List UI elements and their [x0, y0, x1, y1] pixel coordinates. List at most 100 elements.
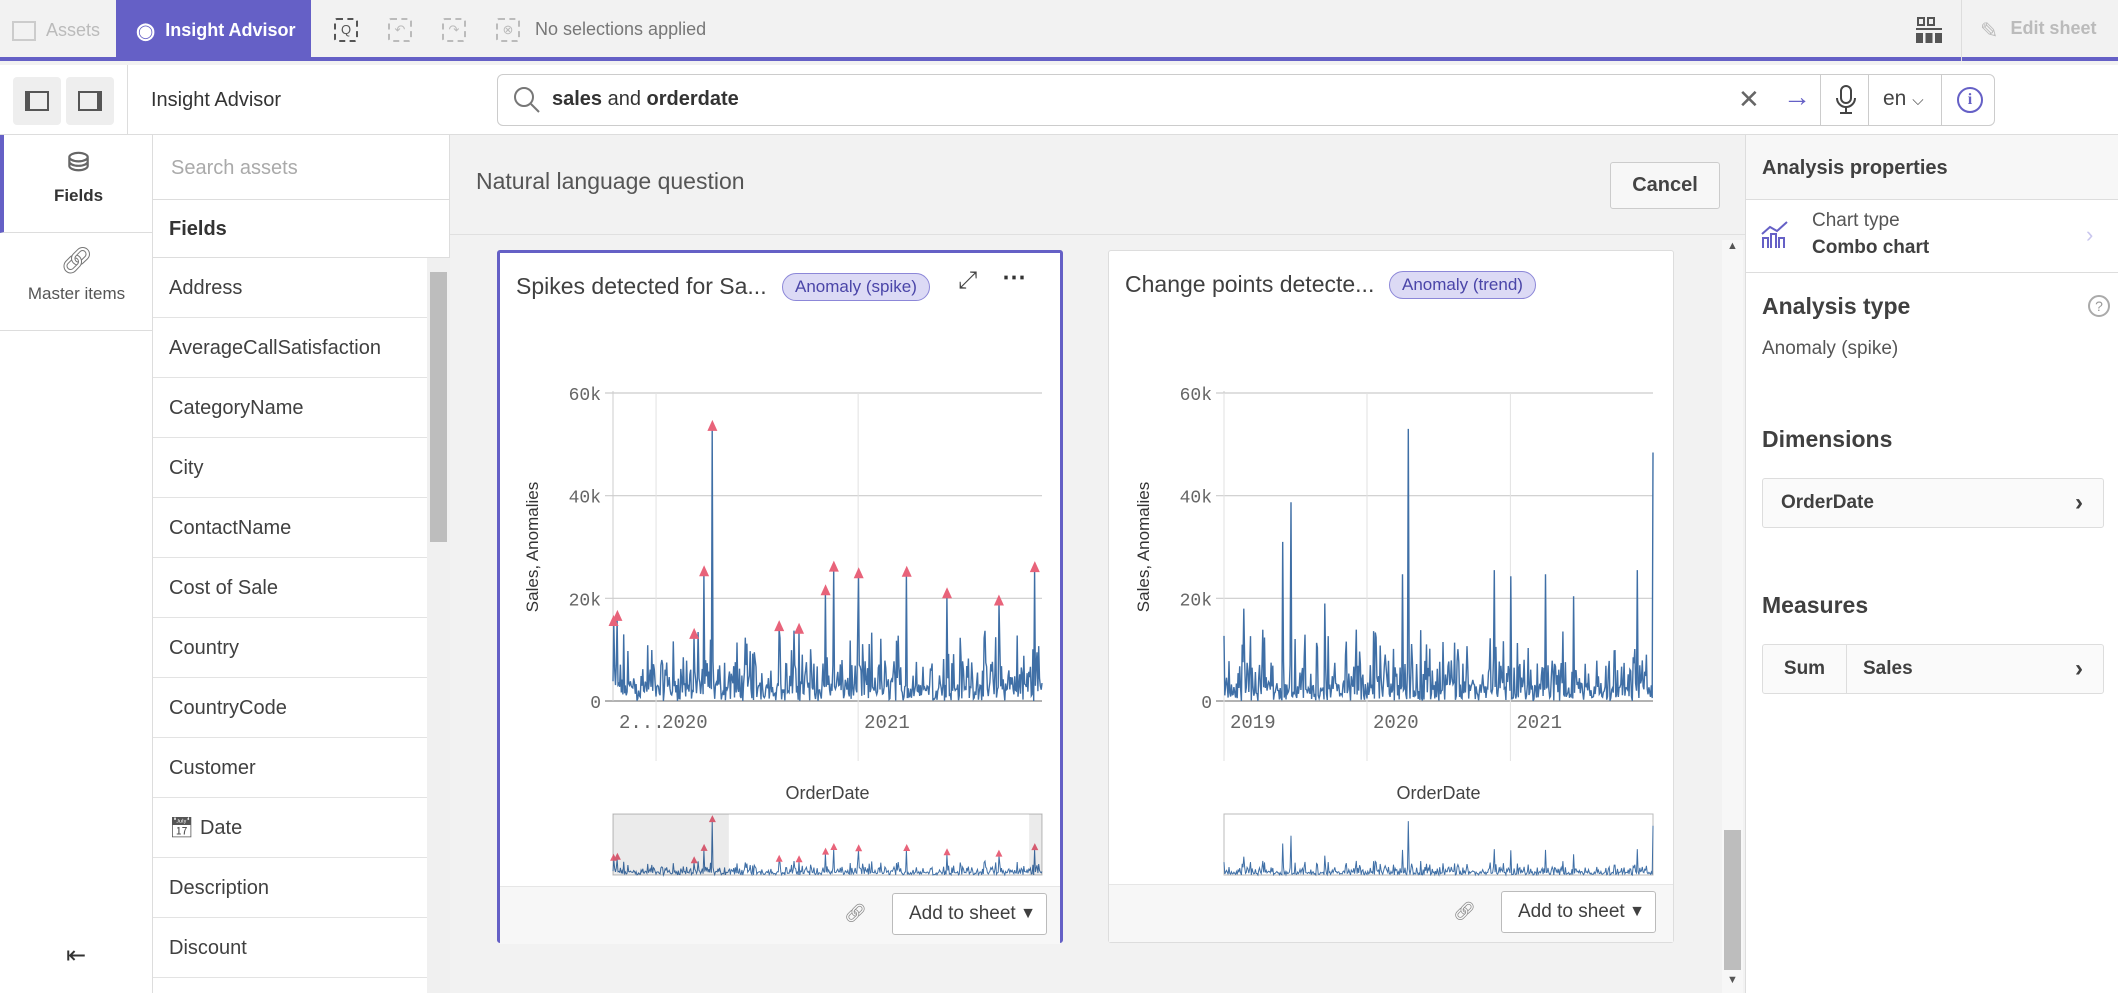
- collapse-panel-icon[interactable]: ⇤: [66, 941, 86, 970]
- cancel-button[interactable]: Cancel: [1610, 162, 1720, 209]
- field-item[interactable]: 📅︎ Date: [153, 798, 427, 858]
- x-tick-label: 2...: [619, 712, 665, 734]
- main-area: Natural language question Cancel Spikes …: [450, 135, 1745, 993]
- field-label: Country: [169, 637, 240, 659]
- plot-area: [1224, 393, 1653, 701]
- page-title: Natural language question: [476, 168, 745, 194]
- toggle-right-panel-button[interactable]: [66, 77, 114, 125]
- divider: [450, 234, 1745, 235]
- field-label: AverageCallSatisfaction: [169, 337, 381, 359]
- y-tick-label: 40k: [569, 489, 601, 509]
- combo-chart-icon: [1760, 220, 1790, 255]
- dimensions-heading: Dimensions: [1762, 426, 1893, 452]
- calendar-icon: 📅︎: [169, 817, 200, 839]
- search-assets-input[interactable]: Search assets: [153, 135, 450, 200]
- field-item[interactable]: Cost of Sale: [153, 558, 427, 618]
- fields-panel: Search assets Fields Address AverageCallS…: [153, 135, 450, 993]
- field-item[interactable]: CountryCode: [153, 678, 427, 738]
- add-to-sheet-button[interactable]: Add to sheet ▼: [892, 893, 1047, 935]
- combo-chart[interactable]: 0 20k 40k 60k 2019 2020 2021 Sales, Anomalies Or…: [1109, 251, 1669, 881]
- database-icon: ⛁: [67, 147, 90, 177]
- link-icon[interactable]: 🔗︎: [844, 903, 867, 924]
- y-tick-label: 0: [1201, 694, 1212, 714]
- main-scrollbar[interactable]: ▲ ▼: [1722, 240, 1743, 993]
- rail-item-master-items[interactable]: 🔗︎ Master items: [0, 233, 153, 331]
- divider: [1941, 75, 1942, 125]
- left-panel-icon: [25, 91, 49, 111]
- scrollbar-thumb[interactable]: [430, 272, 447, 542]
- help-icon[interactable]: ?: [2088, 295, 2110, 317]
- field-label: City: [169, 457, 204, 479]
- edit-sheet-button[interactable]: ✎ Edit sheet: [1980, 18, 2096, 44]
- top-bar: Assets ◉ Insight Advisor Q ↶ ↷ ⊗ No sele…: [0, 0, 2118, 61]
- measure-aggregation: Sum: [1763, 645, 1847, 693]
- chart-type-value: Combo chart: [1812, 237, 1930, 258]
- x-tick-label: 2019: [1230, 712, 1276, 734]
- divider: [1820, 75, 1821, 125]
- add-to-sheet-label: Add to sheet: [1518, 901, 1625, 922]
- dimension-item[interactable]: OrderDate ›: [1762, 478, 2104, 528]
- x-tick-label: 2021: [864, 712, 910, 734]
- divider: [127, 65, 128, 135]
- right-panel-icon: [78, 91, 102, 111]
- scroll-up-icon[interactable]: ▲: [1722, 240, 1743, 252]
- insight-card[interactable]: Spikes detected for Sa... Anomaly (spike…: [497, 250, 1063, 944]
- field-item[interactable]: AverageCallSatisfaction: [153, 318, 427, 378]
- search-connector: and: [602, 88, 647, 110]
- rail-item-label: Fields: [53, 186, 104, 205]
- chevron-right-icon: ›: [2075, 489, 2083, 516]
- scrollbar-thumb[interactable]: [1724, 830, 1741, 970]
- combo-chart[interactable]: 0 20k 40k 60k 2020 2021 2... Sales, Anomalies Or…: [498, 251, 1058, 881]
- field-label: Discount: [169, 937, 247, 959]
- field-label: Cost of Sale: [169, 577, 278, 599]
- assets-label: Assets: [46, 20, 101, 40]
- field-item[interactable]: Customer: [153, 738, 427, 798]
- insight-toolbar: Insight Advisor sales and orderdate ✕ → …: [0, 65, 2118, 135]
- assets-button[interactable]: Assets: [12, 20, 100, 41]
- chart-type-row[interactable]: Chart type Combo chart ›: [1746, 200, 2118, 273]
- smart-search-icon[interactable]: Q: [334, 18, 358, 42]
- link-icon[interactable]: 🔗︎: [1453, 901, 1476, 922]
- fields-scrollbar[interactable]: [427, 258, 450, 993]
- info-icon[interactable]: i: [1957, 87, 1983, 113]
- scroll-down-icon[interactable]: ▼: [1727, 974, 1738, 986]
- step-back-icon[interactable]: ↶: [388, 18, 412, 42]
- search-input[interactable]: sales and orderdate: [552, 88, 1732, 111]
- field-item[interactable]: ContactName: [153, 498, 427, 558]
- insight-advisor-tab-label: Insight Advisor: [165, 20, 296, 40]
- search-icon: [512, 85, 542, 120]
- field-label: CategoryName: [169, 397, 304, 419]
- field-item[interactable]: CategoryName: [153, 378, 427, 438]
- field-item[interactable]: Country: [153, 618, 427, 678]
- lightbulb-eye-icon: ◉: [136, 17, 156, 43]
- sheets-grid-icon[interactable]: [1916, 16, 1942, 49]
- step-forward-icon[interactable]: ↷: [442, 18, 466, 42]
- chart-type-label: Chart type: [1812, 210, 1900, 231]
- field-item[interactable]: City: [153, 438, 427, 498]
- submit-arrow-icon[interactable]: →: [1783, 81, 1811, 113]
- minimap-out-of-range: [1029, 814, 1042, 875]
- insight-card[interactable]: Change points detecte... Anomaly (trend)…: [1108, 250, 1674, 943]
- field-item[interactable]: Description: [153, 858, 427, 918]
- chevron-right-icon: ›: [2075, 655, 2083, 682]
- dropdown-arrow-icon: ▼: [1629, 903, 1645, 920]
- field-item[interactable]: Discount: [153, 918, 427, 978]
- microphone-icon[interactable]: [1836, 85, 1856, 120]
- search-term: orderdate: [646, 88, 739, 110]
- add-to-sheet-button[interactable]: Add to sheet ▼: [1501, 891, 1656, 933]
- x-tick-label: 2021: [1516, 712, 1562, 734]
- analysis-properties-panel: Analysis properties Chart type Combo cha…: [1745, 135, 2118, 993]
- clear-selections-icon[interactable]: ⊗: [496, 18, 520, 42]
- field-label: ContactName: [169, 517, 292, 539]
- language-select[interactable]: en ⌵: [1883, 87, 1924, 111]
- clear-search-icon[interactable]: ✕: [1738, 84, 1760, 115]
- field-item[interactable]: Address: [153, 258, 427, 318]
- rail-item-fields[interactable]: ⛁ Fields: [0, 135, 153, 233]
- selections-status: No selections applied: [535, 19, 707, 39]
- insight-advisor-tab[interactable]: ◉ Insight Advisor: [116, 0, 311, 61]
- y-tick-label: 20k: [1180, 591, 1212, 611]
- measure-item[interactable]: Sum Sales ›: [1762, 644, 2104, 694]
- x-axis-title: OrderDate: [1396, 783, 1480, 803]
- dimension-label: OrderDate: [1781, 492, 1874, 513]
- toggle-left-panel-button[interactable]: [13, 77, 61, 125]
